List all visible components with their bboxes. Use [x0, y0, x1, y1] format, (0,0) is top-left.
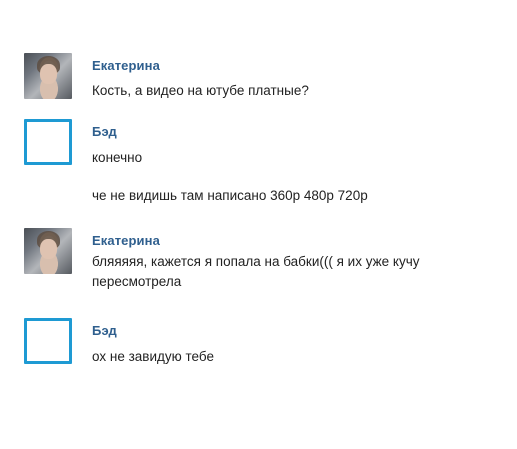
message-text: че не видишь там написано 360р 480р 720р: [92, 188, 368, 203]
chat-conversation: Екатерина Кость, а видео на ютубе платны…: [0, 0, 517, 449]
user-avatar-photo[interactable]: [24, 53, 72, 99]
user-avatar-placeholder[interactable]: [24, 119, 72, 165]
message-text: конечно: [92, 150, 143, 165]
message-text: ох не завидую тебе: [92, 349, 214, 364]
user-avatar-photo[interactable]: [24, 228, 72, 274]
sender-name[interactable]: Екатерина: [92, 233, 160, 248]
sender-name[interactable]: Екатерина: [92, 58, 160, 73]
sender-name[interactable]: Бэд: [92, 323, 117, 338]
message-text: Кость, а видео на ютубе платные?: [92, 83, 309, 98]
user-avatar-placeholder[interactable]: [24, 318, 72, 364]
message-text: бляяяяя, кажется я попала на бабки((( я …: [92, 254, 420, 289]
sender-name[interactable]: Бэд: [92, 124, 117, 139]
